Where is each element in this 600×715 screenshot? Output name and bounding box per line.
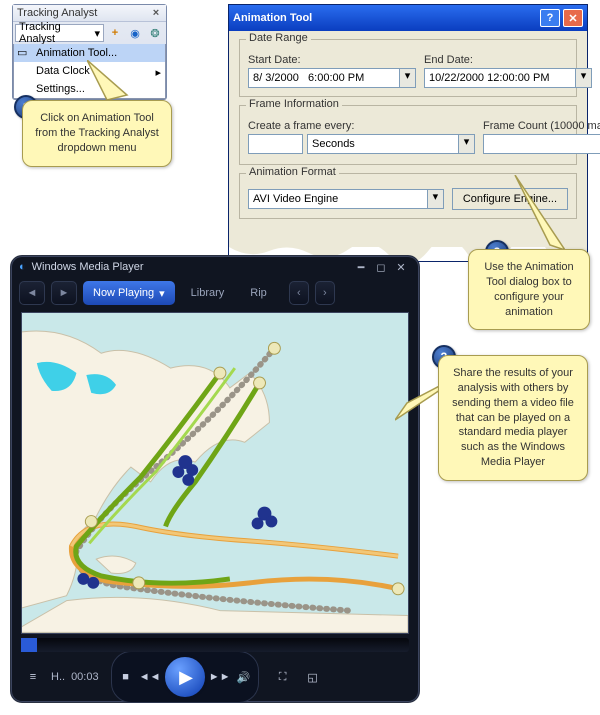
- wmp-nav: ◄ ► Now Playing▾ Library Rip ‹ ›: [11, 278, 419, 308]
- fullscreen-icon[interactable]: ⛶: [271, 665, 295, 689]
- callout-2: Use the Animation Tool dialog box to con…: [468, 249, 590, 330]
- start-date-field[interactable]: [249, 72, 399, 84]
- date-range-group: Date Range Start Date: ▾ End Date: ▾: [239, 39, 577, 97]
- compact-icon[interactable]: ◱: [301, 665, 325, 689]
- callout-text: Click on Animation Tool from the Trackin…: [35, 112, 159, 154]
- menu-label: Settings...: [36, 83, 85, 95]
- film-icon: ▭: [17, 46, 31, 60]
- seek-progress: [21, 638, 37, 652]
- toolbar-controls: Tracking Analyst ▾ + ◉ ❂: [13, 22, 166, 44]
- equalizer-icon[interactable]: ≡: [21, 665, 45, 689]
- nav-right-icon[interactable]: ›: [315, 281, 335, 305]
- globe-icon[interactable]: ❂: [146, 24, 164, 42]
- start-date-label: Start Date:: [248, 54, 416, 66]
- end-date-label: End Date:: [424, 54, 592, 66]
- dialog-titlebar: Animation Tool ? ✕: [229, 5, 587, 31]
- create-frame-label: Create a frame every:: [248, 120, 475, 132]
- engine-field[interactable]: [249, 193, 427, 205]
- start-date-input[interactable]: ▾: [248, 68, 416, 88]
- stop-button[interactable]: ■: [114, 665, 138, 689]
- callout-text: Use the Animation Tool dialog box to con…: [484, 261, 573, 318]
- help-button[interactable]: ?: [540, 9, 560, 27]
- frame-info-group: Frame Information Create a frame every: …: [239, 105, 577, 165]
- tab-now-playing[interactable]: Now Playing▾: [83, 281, 175, 305]
- close-button[interactable]: ✕: [563, 9, 583, 27]
- frame-count-input[interactable]: [483, 134, 600, 154]
- group-legend: Frame Information: [246, 98, 342, 110]
- dropdown-label: Tracking Analyst: [19, 21, 94, 45]
- maximize-icon[interactable]: ◻: [371, 261, 391, 274]
- toolbar-title-row: Tracking Analyst ×: [13, 5, 166, 22]
- callout-tail-2: [505, 175, 565, 250]
- map-viewport: [21, 312, 409, 634]
- tracking-analyst-dropdown[interactable]: Tracking Analyst ▾: [15, 24, 104, 42]
- chevron-down-icon: ▾: [159, 287, 165, 300]
- seek-bar[interactable]: [21, 638, 409, 652]
- chevron-down-icon[interactable]: ▾: [427, 190, 443, 208]
- wmp-controls: ≡ H.. 00:03 ■ ◄◄ ▶ ►► 🔊 ⛶ ◱: [11, 652, 419, 702]
- chevron-down-icon[interactable]: ▾: [458, 135, 474, 153]
- nav-left-icon[interactable]: ‹: [289, 281, 309, 305]
- engine-select[interactable]: ▾: [248, 189, 444, 209]
- end-date-field[interactable]: [425, 72, 575, 84]
- mute-button[interactable]: 🔊: [232, 665, 256, 689]
- time-label: 00:03: [71, 671, 99, 683]
- wmp-logo-icon: ◐: [19, 261, 26, 273]
- dialog-title: Animation Tool: [233, 12, 312, 24]
- callout-3: Share the results of your analysis with …: [438, 355, 588, 481]
- wmp-titlebar: ◐ Windows Media Player ━ ◻ ✕: [11, 256, 419, 278]
- menu-label: Animation Tool...: [36, 47, 117, 59]
- prev-button[interactable]: ◄◄: [138, 665, 162, 689]
- frame-count-label: Frame Count (10000 max):: [483, 120, 600, 132]
- windows-media-player: ◐ Windows Media Player ━ ◻ ✕ ◄ ► Now Pla…: [10, 255, 420, 703]
- frame-every-input[interactable]: [248, 134, 303, 154]
- back-button[interactable]: ◄: [19, 281, 45, 305]
- track-label: H..: [51, 671, 65, 683]
- group-legend: Date Range: [246, 32, 311, 44]
- callout-tail-1: [87, 60, 157, 105]
- close-icon[interactable]: ×: [150, 7, 162, 19]
- callout-text: Share the results of your analysis with …: [452, 367, 574, 468]
- group-legend: Animation Format: [246, 166, 339, 178]
- end-date-input[interactable]: ▾: [424, 68, 592, 88]
- chevron-down-icon: ▾: [94, 27, 100, 40]
- map-svg: [22, 313, 408, 633]
- chevron-down-icon[interactable]: ▾: [399, 69, 415, 87]
- plus-icon[interactable]: +: [106, 24, 124, 42]
- toolbar-title: Tracking Analyst: [17, 7, 97, 19]
- minimize-icon[interactable]: ━: [351, 261, 371, 274]
- forward-button[interactable]: ►: [51, 281, 77, 305]
- frame-unit-select[interactable]: ▾: [307, 134, 475, 154]
- wmp-title: Windows Media Player: [32, 261, 144, 273]
- frame-count-field[interactable]: [484, 138, 600, 150]
- tab-rip[interactable]: Rip: [240, 281, 277, 305]
- transport-cluster: ■ ◄◄ ▶ ►► 🔊: [111, 651, 259, 703]
- play-circle-icon[interactable]: ◉: [126, 24, 144, 42]
- menu-label: Data Clock: [36, 65, 90, 77]
- play-button[interactable]: ▶: [162, 654, 208, 700]
- close-icon[interactable]: ✕: [391, 261, 411, 274]
- next-button[interactable]: ►►: [208, 665, 232, 689]
- frame-unit-field[interactable]: [308, 138, 458, 150]
- chevron-down-icon[interactable]: ▾: [575, 69, 591, 87]
- tab-library[interactable]: Library: [181, 281, 235, 305]
- callout-1: Click on Animation Tool from the Trackin…: [22, 100, 172, 167]
